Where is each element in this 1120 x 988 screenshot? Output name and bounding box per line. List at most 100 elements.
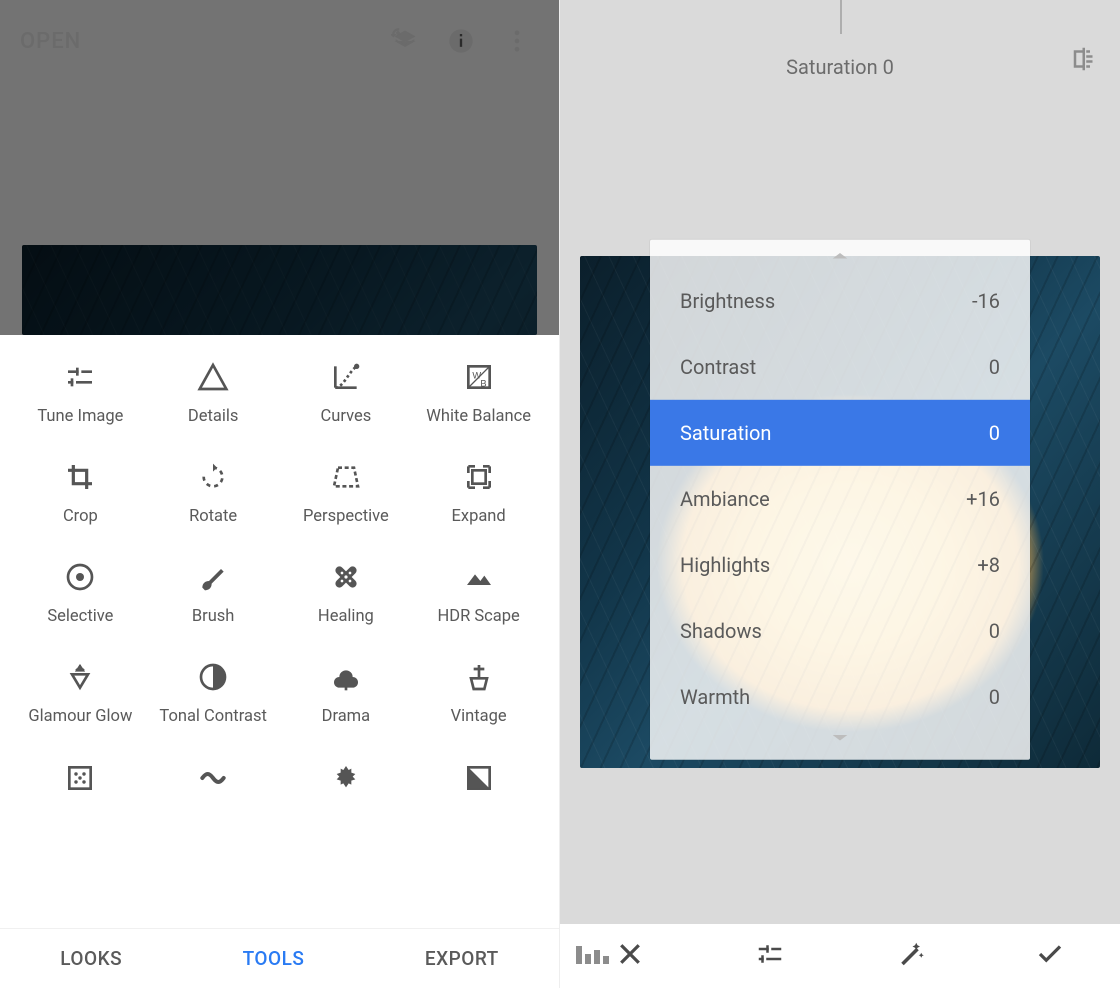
layers-undo-icon[interactable]: [383, 19, 427, 63]
chevron-up-icon: [650, 248, 1030, 268]
tool-hdr-scape[interactable]: HDR Scape: [412, 553, 545, 627]
tool-selective[interactable]: Selective: [14, 553, 147, 627]
tab-export[interactable]: EXPORT: [425, 947, 499, 970]
retrolux-icon: [195, 760, 231, 796]
adjust-row-value: 0: [989, 619, 1000, 643]
tune-image-icon: [62, 359, 98, 395]
healing-icon: [328, 559, 364, 595]
tool-label: Selective: [47, 607, 113, 627]
tool-healing[interactable]: Healing: [280, 553, 413, 627]
tab-tools[interactable]: TOOLS: [243, 947, 305, 970]
hdr-scape-icon: [461, 559, 497, 595]
adjust-row-warmth[interactable]: Warmth 0: [650, 664, 1030, 730]
bottom-tabs: LOOKS TOOLS EXPORT: [0, 928, 559, 988]
grainy-film-icon: [62, 760, 98, 796]
selective-icon: [62, 559, 98, 595]
tool-curves[interactable]: Curves: [280, 353, 413, 427]
editor-photo-preview: [22, 245, 537, 335]
tool-tonal-contrast[interactable]: Tonal Contrast: [147, 653, 280, 727]
tonal-contrast-icon: [195, 659, 231, 695]
histogram-icon[interactable]: [576, 944, 609, 964]
rotate-icon: [195, 459, 231, 495]
perspective-icon: [328, 459, 364, 495]
adjust-row-value: 0: [989, 355, 1000, 379]
tool-expand[interactable]: Expand: [412, 453, 545, 527]
info-icon[interactable]: [439, 19, 483, 63]
adjust-row-value: 0: [989, 685, 1000, 709]
adjust-bottom-bar: [560, 924, 1120, 988]
tool-retrolux[interactable]: [147, 754, 280, 808]
magic-wand-icon[interactable]: [895, 939, 925, 973]
tab-looks[interactable]: LOOKS: [60, 947, 122, 970]
tool-white-balance[interactable]: WB White Balance: [412, 353, 545, 427]
adjust-row-contrast[interactable]: Contrast 0: [650, 334, 1030, 400]
adjust-title: Saturation 0: [786, 55, 894, 79]
tool-perspective[interactable]: Perspective: [280, 453, 413, 527]
tool-drama[interactable]: Drama: [280, 653, 413, 727]
chevron-down-icon: [650, 730, 1030, 750]
adjust-row-saturation[interactable]: Saturation 0: [650, 400, 1030, 466]
adjust-row-shadows[interactable]: Shadows0: [650, 598, 1030, 664]
adjust-row-highlights[interactable]: Highlights +8: [650, 532, 1030, 598]
tool-grunge[interactable]: [280, 754, 413, 808]
tool-grainy-film[interactable]: [14, 754, 147, 808]
adjust-header: Saturation 0: [560, 0, 1120, 100]
tool-grid[interactable]: Tune Image Details Curves WB White Balan…: [0, 335, 559, 928]
editor-canvas[interactable]: Brightness -16 Contrast 0 Saturation 0 Ambianc…: [560, 100, 1120, 924]
adjust-overlay[interactable]: Brightness -16 Contrast 0 Saturation 0 Ambianc…: [650, 240, 1030, 760]
crop-icon: [62, 459, 98, 495]
adjust-row-label: Saturation: [680, 421, 771, 445]
tool-details[interactable]: Details: [147, 353, 280, 427]
close-icon[interactable]: [615, 939, 645, 973]
open-button[interactable]: OPEN: [20, 29, 81, 54]
tool-vintage[interactable]: Vintage: [412, 653, 545, 727]
adjust-row-value: +16: [966, 487, 1000, 511]
tool-label: Expand: [452, 507, 506, 527]
tool-label: Crop: [63, 507, 98, 527]
grunge-icon: [328, 760, 364, 796]
svg-text:B: B: [480, 378, 486, 388]
adjust-row-value: 0: [989, 421, 1000, 445]
tools-sheet: Tune Image Details Curves WB White Balan…: [0, 335, 559, 988]
adjust-row-ambiance[interactable]: Ambiance+16: [650, 466, 1030, 532]
tool-label: White Balance: [426, 407, 531, 427]
vintage-icon: [461, 659, 497, 695]
glamour-glow-icon: [62, 659, 98, 695]
tool-label: Glamour Glow: [28, 707, 132, 727]
tool-label: Healing: [318, 607, 374, 627]
right-panel: Saturation 0 Brightness-16Contrast0Satur…: [560, 0, 1120, 988]
adjust-row-label: Contrast: [680, 355, 756, 379]
adjust-row-label: Highlights: [680, 553, 770, 577]
tool-label: HDR Scape: [437, 607, 519, 627]
adjust-row-value: +8: [977, 553, 1000, 577]
compare-icon[interactable]: [1070, 44, 1100, 78]
bw-icon: [461, 760, 497, 796]
tool-rotate[interactable]: Rotate: [147, 453, 280, 527]
adjust-row-brightness[interactable]: Brightness -16: [650, 268, 1030, 334]
tool-tune-image[interactable]: Tune Image: [14, 353, 147, 427]
tool-glamour-glow[interactable]: Glamour Glow: [14, 653, 147, 727]
check-icon[interactable]: [1035, 939, 1065, 973]
brush-icon: [195, 559, 231, 595]
tool-label: Vintage: [451, 707, 507, 727]
details-icon: [195, 359, 231, 395]
left-panel: OPEN Tune Image Details Cur: [0, 0, 560, 988]
white-balance-icon: WB: [461, 359, 497, 395]
more-vert-icon[interactable]: [495, 19, 539, 63]
tool-label: Curves: [321, 407, 372, 427]
adjust-row-label: Warmth: [680, 685, 750, 709]
tool-label: Rotate: [189, 507, 237, 527]
tool-label: Drama: [322, 707, 371, 727]
tune-sliders-icon[interactable]: [755, 939, 785, 973]
drama-icon: [328, 659, 364, 695]
expand-icon: [461, 459, 497, 495]
adjust-row-value: -16: [972, 289, 1000, 313]
tool-crop[interactable]: Crop: [14, 453, 147, 527]
tool-brush[interactable]: Brush: [147, 553, 280, 627]
slider-center-tick: [840, 0, 842, 34]
tool-bw[interactable]: [412, 754, 545, 808]
tool-label: Details: [188, 407, 239, 427]
tool-label: Tonal Contrast: [159, 707, 266, 727]
adjust-row-label: Brightness: [680, 289, 775, 313]
tool-label: Brush: [192, 607, 235, 627]
